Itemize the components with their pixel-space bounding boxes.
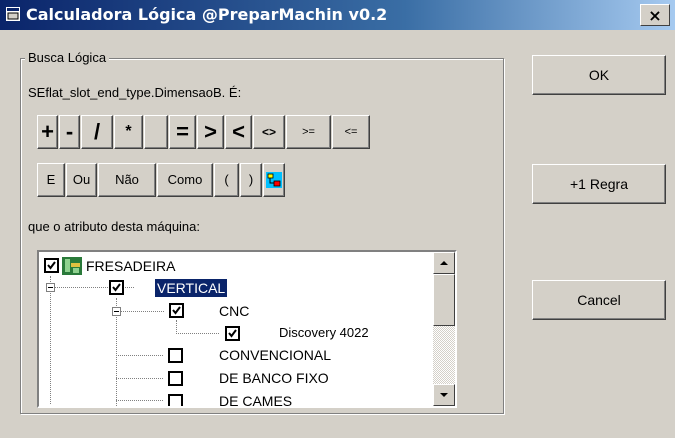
less-than-button[interactable]: < <box>225 115 252 149</box>
scroll-thumb[interactable] <box>433 274 455 326</box>
window-title: Calculadora Lógica @PreparMachin v0.2 <box>26 5 388 24</box>
discovery-4022-checkbox[interactable] <box>225 326 240 341</box>
not-equal-button[interactable]: <> <box>253 115 285 149</box>
vertical-checkbox[interactable] <box>109 280 124 295</box>
app-icon <box>6 7 20 21</box>
scroll-up-button[interactable] <box>433 252 455 274</box>
tree-node-fresadeira[interactable]: FRESADEIRA <box>86 257 175 275</box>
check-icon <box>228 329 237 338</box>
machine-tree[interactable]: FRESADEIRA VERTICAL CNC Discovery 4022 C… <box>37 250 457 408</box>
milling-machine-icon <box>62 257 82 275</box>
title-bar[interactable]: Calculadora Lógica @PreparMachin v0.2 × <box>0 0 675 30</box>
attribute-label: que o atributo desta máquina: <box>28 219 201 234</box>
convencional-checkbox[interactable] <box>168 348 183 363</box>
ok-button[interactable]: OK <box>532 55 666 95</box>
check-icon <box>47 261 56 270</box>
divide-button[interactable]: / <box>81 115 113 149</box>
tree-connector <box>116 355 163 356</box>
and-button[interactable]: E <box>37 163 65 197</box>
open-paren-button[interactable]: ( <box>214 163 239 197</box>
tree-connector <box>116 378 163 379</box>
plus-button[interactable]: + <box>37 115 58 149</box>
minus-button[interactable]: - <box>59 115 80 149</box>
less-equal-button[interactable]: <= <box>332 115 370 149</box>
tree-connector <box>176 320 177 332</box>
tree-connector <box>176 333 219 334</box>
like-button[interactable]: Como <box>157 163 213 197</box>
greater-than-button[interactable]: > <box>197 115 224 149</box>
close-button[interactable]: × <box>640 4 670 26</box>
de-banco-fixo-checkbox[interactable] <box>168 371 183 386</box>
calculator-window: Calculadora Lógica @PreparMachin v0.2 × … <box>0 0 675 438</box>
collapse-vertical-icon[interactable] <box>112 307 121 316</box>
check-icon <box>112 283 121 292</box>
tree-node-convencional[interactable]: CONVENCIONAL <box>219 346 331 364</box>
de-cames-checkbox[interactable] <box>168 394 183 406</box>
add-rule-button[interactable]: +1 Regra <box>532 164 666 204</box>
close-paren-button[interactable]: ) <box>240 163 262 197</box>
close-icon: × <box>648 6 662 25</box>
check-icon <box>172 306 181 315</box>
tree-connector <box>120 311 164 312</box>
fresadeira-checkbox[interactable] <box>44 258 59 273</box>
equals-button[interactable]: = <box>169 115 196 149</box>
blank-operator-button[interactable] <box>144 115 168 149</box>
tree-connector <box>116 400 163 401</box>
tree-icon <box>266 172 282 188</box>
not-button[interactable]: Não <box>98 163 156 197</box>
scroll-down-button[interactable] <box>433 384 455 406</box>
tree-node-de-banco-fixo[interactable]: DE BANCO FIXO <box>219 369 329 387</box>
tree-content: FRESADEIRA VERTICAL CNC Discovery 4022 C… <box>39 252 433 406</box>
tree-node-cnc[interactable]: CNC <box>219 302 249 320</box>
tree-node-de-cames[interactable]: DE CAMES <box>219 392 292 406</box>
multiply-button[interactable]: * <box>114 115 143 149</box>
tree-node-discovery-4022[interactable]: Discovery 4022 <box>279 324 369 342</box>
tree-node-vertical[interactable]: VERTICAL <box>153 278 229 298</box>
arrow-down-icon <box>440 393 448 397</box>
greater-equal-button[interactable]: >= <box>286 115 331 149</box>
or-button[interactable]: Ou <box>66 163 97 197</box>
collapse-fresadeira-icon[interactable] <box>46 283 55 292</box>
group-legend: Busca Lógica <box>25 50 110 65</box>
cancel-button[interactable]: Cancel <box>532 280 666 320</box>
tree-scrollbar[interactable] <box>433 252 455 406</box>
tree-view-button[interactable] <box>263 163 285 197</box>
expression-label: SEflat_slot_end_type.DimensaoB. É: <box>28 85 242 100</box>
cnc-checkbox[interactable] <box>169 303 184 318</box>
tree-connector <box>50 276 51 404</box>
arrow-up-icon <box>440 261 448 265</box>
